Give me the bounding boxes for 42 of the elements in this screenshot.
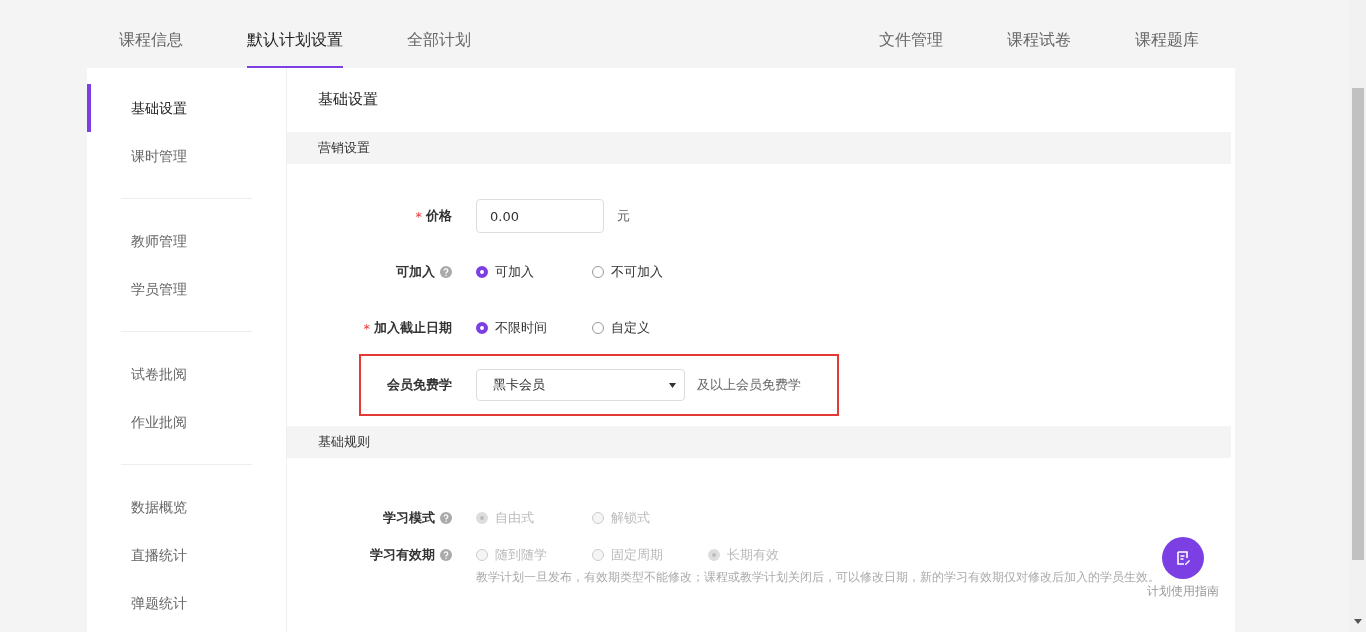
price-field[interactable]: 0.00	[476, 199, 604, 233]
sidebar-item[interactable]: 直播统计	[87, 531, 286, 579]
sidebar-item[interactable]: 教师管理	[87, 217, 286, 265]
radio-label[interactable]: 可加入	[495, 263, 534, 281]
helper-text: 及以上会员免费学	[697, 376, 801, 394]
radio-button[interactable]	[592, 266, 604, 278]
sidebar-item[interactable]: 课时管理	[87, 132, 286, 180]
sidebar-item[interactable]: 数据概览	[87, 483, 286, 531]
radio-label[interactable]: 不限时间	[495, 319, 547, 337]
radio-label[interactable]: 自定义	[611, 319, 650, 337]
field-label: 会员免费学	[387, 376, 452, 394]
field-label: 可加入	[396, 263, 435, 281]
dropdown-value: 黑卡会员	[493, 376, 545, 394]
document-edit-icon	[1175, 550, 1191, 566]
help-icon[interactable]	[440, 266, 452, 278]
sidebar-item[interactable]: 基础设置	[87, 84, 286, 132]
caret-icon	[669, 382, 676, 388]
field-label: 加入截止日期	[374, 319, 452, 337]
radio-button[interactable]	[592, 322, 604, 334]
field-label: 学习模式	[383, 509, 435, 527]
tab[interactable]: 课程信息	[119, 0, 183, 68]
radio-button[interactable]	[476, 322, 488, 334]
hint-text: 教学计划一旦发布，有效期类型不能修改；课程或教学计划关闭后，可以修改日期，新的学习有效期仅对修改后加入的学员生效。	[476, 570, 1161, 585]
unit-label: 元	[617, 207, 630, 225]
radio-label[interactable]: 不可加入	[611, 263, 663, 281]
required-mark: *	[363, 320, 370, 336]
tab[interactable]: 课程题库	[1135, 0, 1199, 68]
field-label: 学习有效期	[370, 546, 435, 564]
section-header: 基础规则	[287, 426, 1231, 458]
tab[interactable]: 文件管理	[879, 0, 943, 68]
panel-title: 基础设置	[317, 89, 379, 110]
sidebar-item[interactable]: 试卷批阅	[87, 350, 286, 398]
radio-button[interactable]	[476, 266, 488, 278]
sidebar-item[interactable]: 学员管理	[87, 265, 286, 313]
tab[interactable]: 课程试卷	[1007, 0, 1071, 68]
tab[interactable]: 全部计划	[407, 0, 471, 68]
section-header: 营销设置	[287, 132, 1231, 164]
field-label: 价格	[426, 207, 452, 225]
sidebar-item[interactable]: 作业批阅	[87, 398, 286, 446]
membership-dropdown[interactable]: 黑卡会员	[476, 369, 685, 401]
sidebar-item[interactable]: 弹题统计	[87, 579, 286, 627]
required-mark: *	[415, 208, 422, 224]
